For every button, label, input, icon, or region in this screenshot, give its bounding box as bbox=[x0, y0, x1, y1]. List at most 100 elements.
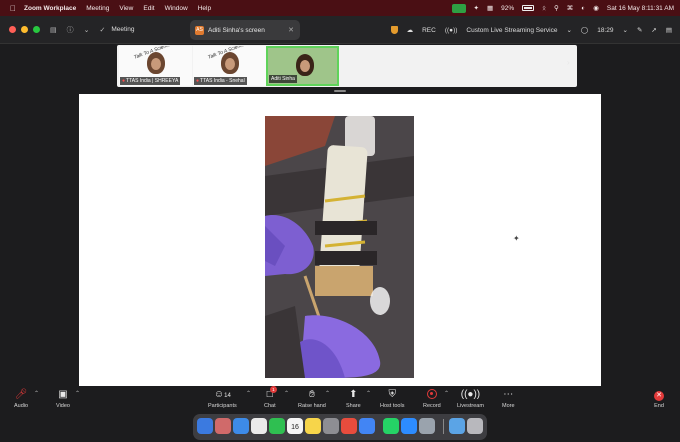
sharer-avatar-badge: AS bbox=[195, 25, 204, 35]
participant-thumbnail[interactable]: Talk To A Scientist ●TTAS India | SHREEY… bbox=[119, 46, 192, 86]
host-tools-button[interactable]: ⛨ Host tools bbox=[380, 388, 404, 409]
more-button[interactable]: ⋯ More bbox=[502, 388, 515, 409]
menu-clock[interactable]: Sat 16 May 8:11:31 AM bbox=[607, 5, 674, 12]
sparkle-icon[interactable]: ✦ bbox=[474, 4, 479, 12]
menu-meeting[interactable]: Meeting bbox=[86, 5, 109, 12]
participant-video bbox=[221, 52, 239, 74]
apple-menu-icon[interactable]:  bbox=[10, 4, 18, 13]
participant-name: ●TTAS India - Snehal bbox=[194, 77, 247, 85]
zoom-status-icon[interactable] bbox=[451, 3, 466, 13]
chrome-icon[interactable] bbox=[251, 418, 267, 434]
participant-name: ●TTAS India | SHREEYA bbox=[120, 77, 181, 85]
minimize-window-button[interactable] bbox=[21, 26, 28, 33]
resize-handle[interactable] bbox=[334, 90, 346, 92]
battery-icon[interactable] bbox=[522, 5, 535, 11]
calendar-icon[interactable]: 16 bbox=[287, 418, 303, 434]
chevron-down-icon[interactable]: ⌄ bbox=[622, 26, 627, 34]
participant-thumbnail[interactable]: Talk To A Scientist ●TTAS India - Snehal bbox=[193, 46, 266, 86]
record-options-caret-icon[interactable]: ⌃ bbox=[444, 390, 449, 397]
video-options-caret-icon[interactable]: ⌃ bbox=[75, 390, 80, 397]
launchpad-icon[interactable] bbox=[215, 418, 231, 434]
system-settings-icon[interactable] bbox=[323, 418, 339, 434]
chevron-down-icon[interactable]: ⌄ bbox=[84, 26, 90, 34]
raise-hand-icon: ✋︎ bbox=[309, 389, 315, 400]
finder-icon[interactable] bbox=[197, 418, 213, 434]
spotlight-search-icon[interactable]: ⚲ bbox=[554, 4, 559, 12]
view-layout-icon[interactable]: ▤ bbox=[666, 26, 672, 34]
participants-options-caret-icon[interactable]: ⌃ bbox=[246, 390, 251, 397]
security-shield-icon[interactable] bbox=[390, 26, 398, 34]
participants-icon: ☺14 bbox=[213, 389, 231, 400]
more-dots-icon: ⋯ bbox=[503, 389, 514, 400]
macos-menu-bar:  Zoom Workplace Meeting View Edit Windo… bbox=[0, 0, 680, 16]
menu-edit[interactable]: Edit bbox=[143, 5, 154, 12]
pin-icon[interactable]: ➚ bbox=[651, 26, 656, 34]
notes-icon[interactable] bbox=[305, 418, 321, 434]
audio-options-caret-icon[interactable]: ⌃ bbox=[34, 390, 39, 397]
video-label: Video bbox=[56, 403, 70, 409]
participants-button[interactable]: ☺14 Participants bbox=[208, 388, 237, 409]
share-button[interactable]: ⬆ Share bbox=[346, 388, 361, 409]
participant-video bbox=[147, 52, 165, 74]
muted-microphone-icon: 🎤︎ bbox=[14, 389, 28, 400]
sidebar-toggle-icon[interactable]: ▤ bbox=[50, 26, 57, 34]
siri-icon[interactable]: ◉ bbox=[593, 4, 599, 12]
share-options-caret-icon[interactable]: ⌃ bbox=[366, 390, 371, 397]
end-meeting-button[interactable]: ✕ End bbox=[654, 388, 664, 409]
close-window-button[interactable] bbox=[9, 26, 16, 33]
wifi-icon[interactable]: ⌘ bbox=[567, 4, 574, 12]
control-center-icon[interactable]: ◐ bbox=[581, 5, 585, 12]
shield-check-icon[interactable]: ✓ bbox=[100, 26, 106, 34]
participant-thumbnail-active-speaker[interactable]: Aditi Sinha bbox=[266, 46, 339, 86]
annotate-pen-icon[interactable]: ✎ bbox=[637, 26, 642, 34]
messages-icon[interactable] bbox=[269, 418, 285, 434]
raise-hand-button[interactable]: ✋︎ Raise hand bbox=[298, 388, 326, 409]
chat-options-caret-icon[interactable]: ⌃ bbox=[284, 390, 289, 397]
title-bar-right: ☁ REC ((●)) Custom Live Streaming Servic… bbox=[390, 16, 672, 44]
video-button[interactable]: ▣ Video bbox=[56, 388, 70, 409]
participant-video bbox=[296, 54, 314, 76]
preview-icon[interactable] bbox=[419, 418, 435, 434]
screen-share-tab[interactable]: AS Aditi Sinha's screen ✕ bbox=[190, 20, 300, 40]
menu-help[interactable]: Help bbox=[198, 5, 211, 12]
zoom-icon[interactable] bbox=[401, 418, 417, 434]
cloud-record-icon: ☁ bbox=[406, 27, 414, 34]
reactions-caret-icon[interactable]: ⌃ bbox=[325, 390, 330, 397]
end-call-icon: ✕ bbox=[654, 388, 664, 401]
more-label: More bbox=[502, 403, 515, 409]
whatsapp-icon[interactable] bbox=[383, 418, 399, 434]
info-icon[interactable]: ⓘ bbox=[67, 25, 74, 35]
participants-label: Participants bbox=[208, 403, 237, 409]
screen-share-tab-title: Aditi Sinha's screen bbox=[208, 26, 265, 34]
audio-button[interactable]: 🎤︎ Audio bbox=[14, 388, 28, 409]
menu-view[interactable]: View bbox=[119, 5, 133, 12]
chat-bubble-icon: □ 1 bbox=[267, 386, 277, 401]
window-title-bar: ▤ ⓘ ⌄ ✓ Meeting AS Aditi Sinha's screen … bbox=[0, 16, 680, 44]
mouse-cursor-icon: ✦ bbox=[513, 234, 520, 243]
trash-icon[interactable] bbox=[467, 418, 483, 434]
record-label: Record bbox=[423, 403, 441, 409]
muted-mic-icon: ● bbox=[196, 78, 200, 84]
downloads-folder-icon[interactable] bbox=[449, 418, 465, 434]
safari-icon[interactable] bbox=[233, 418, 249, 434]
streaming-service-dropdown[interactable]: Custom Live Streaming Service bbox=[466, 27, 557, 34]
maximize-window-button[interactable] bbox=[33, 26, 40, 33]
chevron-right-icon[interactable]: › bbox=[567, 58, 570, 67]
lab-experiment-image bbox=[265, 116, 414, 378]
menu-window[interactable]: Window bbox=[165, 5, 188, 12]
end-label: End bbox=[654, 403, 664, 409]
bluetooth-icon[interactable]: ᛟ bbox=[542, 5, 546, 12]
rec-indicator[interactable]: REC bbox=[422, 27, 436, 34]
timer-icon: ◯ bbox=[580, 27, 589, 34]
app-menu-zoom[interactable]: Zoom Workplace bbox=[24, 5, 76, 12]
chevron-down-icon[interactable]: ⌄ bbox=[566, 26, 571, 34]
record-button[interactable]: Record bbox=[423, 388, 441, 409]
layout-icon[interactable]: ▦ bbox=[487, 4, 493, 12]
tab-close-icon[interactable]: ✕ bbox=[288, 26, 294, 34]
photos-icon[interactable] bbox=[341, 418, 357, 434]
macos-dock: 16 bbox=[193, 414, 487, 440]
livestream-button[interactable]: ((●)) Livestream bbox=[457, 388, 484, 409]
chat-button[interactable]: □ 1 Chat bbox=[264, 386, 277, 409]
browser-icon[interactable] bbox=[359, 418, 375, 434]
participant-name: Aditi Sinha bbox=[269, 75, 297, 83]
